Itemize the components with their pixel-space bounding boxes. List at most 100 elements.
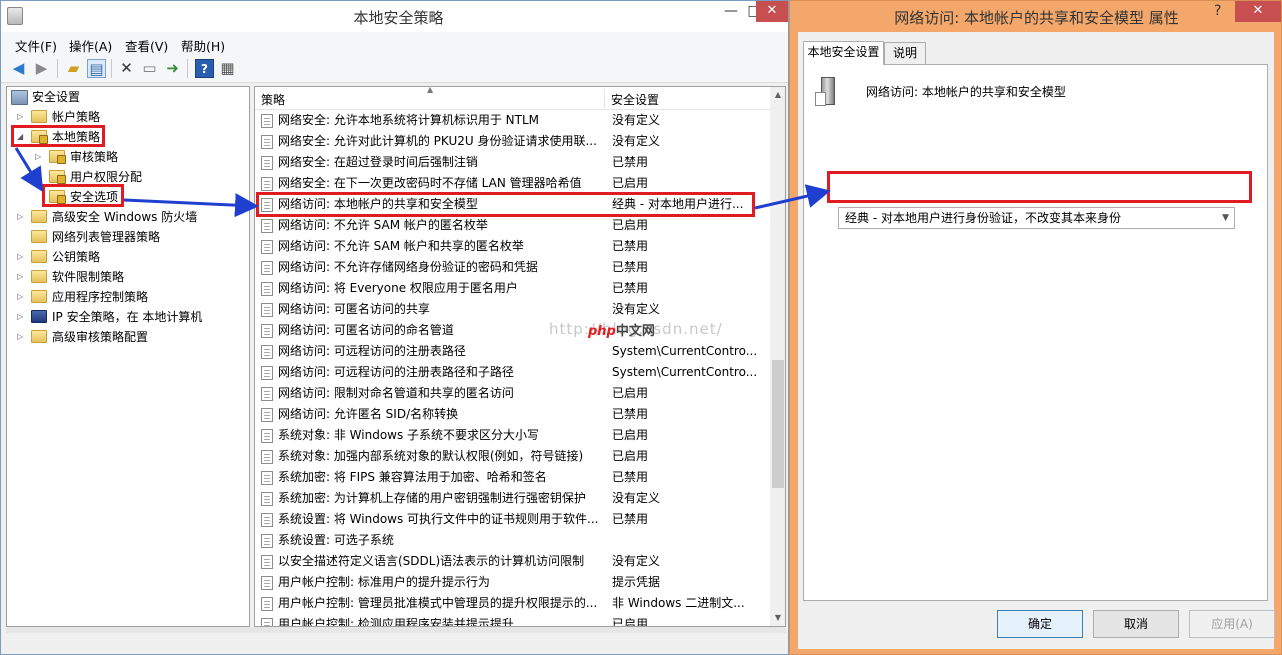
delete-icon[interactable]: ✕ [117, 59, 136, 78]
folder-icon [31, 290, 47, 303]
column-header-policy[interactable]: 策略 [261, 91, 285, 108]
table-row[interactable]: 网络访问: 不允许存储网络身份验证的密码和凭据 已禁用 [255, 257, 770, 278]
sharing-model-select[interactable]: 经典 - 对本地用户进行身份验证，不改变其本来身份 ▼ [838, 207, 1235, 229]
policy-item-icon [261, 492, 273, 506]
table-row[interactable]: 系统加密: 为计算机上存储的用户密钥强制进行强密钥保护 没有定义 [255, 488, 770, 509]
vertical-scrollbar[interactable]: ▲ ▼ [770, 87, 785, 626]
policy-item-icon [261, 618, 273, 626]
table-row[interactable]: 网络访问: 可远程访问的注册表路径和子路径 System\CurrentContr… [255, 362, 770, 383]
dialog-close-button[interactable]: ✕ [1235, 1, 1281, 22]
policy-setting-cell: 已禁用 [612, 155, 649, 169]
table-row[interactable]: 网络访问: 允许匿名 SID/名称转换 已禁用 [255, 404, 770, 425]
minimize-button[interactable]: — [717, 1, 745, 22]
policy-name-cell: 用户帐户控制: 管理员批准模式中管理员的提升权限提示的... [278, 596, 598, 610]
select-value: 经典 - 对本地用户进行身份验证，不改变其本来身份 [845, 211, 1121, 225]
folder-icon [31, 250, 47, 263]
table-row[interactable]: 用户帐户控制: 标准用户的提升提示行为 提示凭据 [255, 572, 770, 593]
policy-name-cell: 系统对象: 非 Windows 子系统不要求区分大小写 [278, 428, 540, 442]
chevron-down-icon[interactable]: ▼ [1222, 208, 1229, 228]
security-settings-icon [11, 90, 28, 105]
policy-item-icon [261, 282, 273, 296]
policy-item-icon [261, 576, 273, 590]
back-icon[interactable]: ◀ [9, 59, 28, 78]
tab-local-security-setting[interactable]: 本地安全设置 [803, 41, 884, 65]
table-row[interactable]: 网络安全: 允许本地系统将计算机标识用于 NTLM 没有定义 [255, 110, 770, 131]
folder-icon [31, 270, 47, 283]
policy-name-cell: 网络访问: 可远程访问的注册表路径和子路径 [278, 365, 514, 379]
expand-arrow-icon[interactable]: ▷ [17, 288, 27, 306]
up-folder-icon[interactable]: ▰ [64, 59, 83, 78]
ip-security-icon [31, 310, 47, 323]
menu-bar: 文件(F) 操作(A) 查看(V) 帮助(H) [1, 32, 788, 54]
tab-explain[interactable]: 说明 [884, 42, 926, 65]
policy-item-icon [261, 450, 273, 464]
expand-arrow-icon[interactable]: ▷ [17, 328, 27, 346]
toolbar: ◀ ▶ ▰ ▤ ✕ ▭ ➜ ? ▦ [1, 54, 788, 83]
policy-name-cell: 系统设置: 可选子系统 [278, 533, 394, 547]
menu-help[interactable]: 帮助(H) [181, 36, 225, 55]
forward-icon[interactable]: ▶ [32, 59, 51, 78]
help-icon[interactable]: ? [195, 59, 214, 78]
export-icon[interactable]: ➜ [163, 59, 182, 78]
policy-name-cell: 网络访问: 不允许 SAM 帐户的匿名枚举 [278, 218, 488, 232]
table-row[interactable]: 系统对象: 非 Windows 子系统不要求区分大小写 已启用 [255, 425, 770, 446]
table-row[interactable]: 系统对象: 加强内部系统对象的默认权限(例如，符号链接) 已启用 [255, 446, 770, 467]
policy-name-cell: 网络访问: 允许匿名 SID/名称转换 [278, 407, 459, 421]
policy-item-icon [261, 177, 273, 191]
policy-name-cell: 以安全描述符定义语言(SDDL)语法表示的计算机访问限制 [278, 554, 585, 568]
policy-name-cell: 网络访问: 不允许 SAM 帐户和共享的匿名枚举 [278, 239, 524, 253]
table-row[interactable]: 系统加密: 将 FIPS 兼容算法用于加密、哈希和签名 已禁用 [255, 467, 770, 488]
help-button[interactable]: ? [1214, 3, 1221, 19]
policy-name-cell: 网络访问: 限制对命名管道和共享的匿名访问 [278, 386, 514, 400]
table-row[interactable]: 网络安全: 在超过登录时间后强制注销 已禁用 [255, 152, 770, 173]
menu-file[interactable]: 文件(F) [15, 36, 57, 55]
menu-view[interactable]: 查看(V) [125, 36, 168, 55]
column-header-setting[interactable]: 安全设置 [611, 91, 659, 108]
policy-setting-cell: 没有定义 [612, 554, 661, 568]
table-row[interactable]: 网络安全: 允许对此计算机的 PKU2U 身份验证请求使用联... 没有定义 [255, 131, 770, 152]
expand-arrow-icon[interactable]: ▷ [17, 108, 27, 126]
table-row[interactable]: 网络安全: 在下一次更改密码时不存储 LAN 管理器哈希值 已启用 [255, 173, 770, 194]
title-bar[interactable]: 本地安全策略 — □ ✕ [1, 1, 788, 32]
policy-name-cell: 网络访问: 可远程访问的注册表路径 [278, 344, 466, 358]
horizontal-scrollbar[interactable] [6, 627, 786, 633]
expand-arrow-icon[interactable]: ▷ [17, 268, 27, 286]
expand-arrow-icon[interactable]: ▷ [17, 308, 27, 326]
properties-icon[interactable]: ▭ [140, 59, 159, 78]
close-button[interactable]: ✕ [756, 1, 788, 22]
apply-button[interactable]: 应用(A) [1189, 610, 1275, 638]
table-row[interactable]: 系统设置: 可选子系统 [255, 530, 770, 551]
policy-item-icon [261, 555, 273, 569]
table-row[interactable]: 用户帐户控制: 管理员批准模式中管理员的提升权限提示的... 非 Windows … [255, 593, 770, 614]
expand-arrow-icon[interactable]: ▷ [17, 248, 27, 266]
table-row[interactable]: 网络访问: 可远程访问的注册表路径 System\CurrentContro... [255, 341, 770, 362]
table-row[interactable]: 网络访问: 可匿名访问的共享 没有定义 [255, 299, 770, 320]
table-row[interactable]: 以安全描述符定义语言(SDDL)语法表示的计算机访问限制 没有定义 [255, 551, 770, 572]
policy-item-icon [261, 261, 273, 275]
policy-name-cell: 用户帐户控制: 标准用户的提升提示行为 [278, 575, 490, 589]
policy-setting-cell: 已启用 [612, 617, 649, 627]
table-row[interactable]: 网络访问: 不允许 SAM 帐户的匿名枚举 已启用 [255, 215, 770, 236]
folder-icon [31, 330, 47, 343]
scrollbar-thumb[interactable] [772, 360, 784, 488]
table-row[interactable]: 系统设置: 将 Windows 可执行文件中的证书规则用于软件... 已禁用 [255, 509, 770, 530]
view-icon[interactable]: ▦ [218, 59, 237, 78]
scroll-up-icon[interactable]: ▲ [770, 87, 785, 103]
show-hide-tree-icon[interactable]: ▤ [87, 59, 106, 78]
menu-action[interactable]: 操作(A) [69, 36, 112, 55]
table-row[interactable]: 网络访问: 不允许 SAM 帐户和共享的匿名枚举 已禁用 [255, 236, 770, 257]
policy-item-icon [261, 597, 273, 611]
navigation-tree: 安全设置 ▷ 帐户策略 ◢ 本地策略 ▷ 审核策略 用户权限分配 安全选项 ▷ [6, 86, 250, 627]
scroll-down-icon[interactable]: ▼ [770, 610, 785, 626]
policy-setting-cell: 已禁用 [612, 260, 649, 274]
policy-item-icon [261, 513, 273, 527]
policy-list: ▲ 策略 安全设置 网络安全: 允许本地系统将计算机标识用于 NTLM 没有定义网… [254, 86, 786, 627]
table-row[interactable]: 用户帐户控制: 检测应用程序安装并提示提升 已启用 [255, 614, 770, 627]
cancel-button[interactable]: 取消 [1093, 610, 1179, 638]
table-row[interactable]: 网络访问: 将 Everyone 权限应用于匿名用户 已禁用 [255, 278, 770, 299]
policy-setting-cell: 已禁用 [612, 407, 649, 421]
expand-arrow-icon[interactable]: ▷ [17, 208, 27, 226]
expand-arrow-icon[interactable]: ▷ [35, 148, 45, 166]
table-row[interactable]: 网络访问: 限制对命名管道和共享的匿名访问 已启用 [255, 383, 770, 404]
ok-button[interactable]: 确定 [997, 610, 1083, 638]
